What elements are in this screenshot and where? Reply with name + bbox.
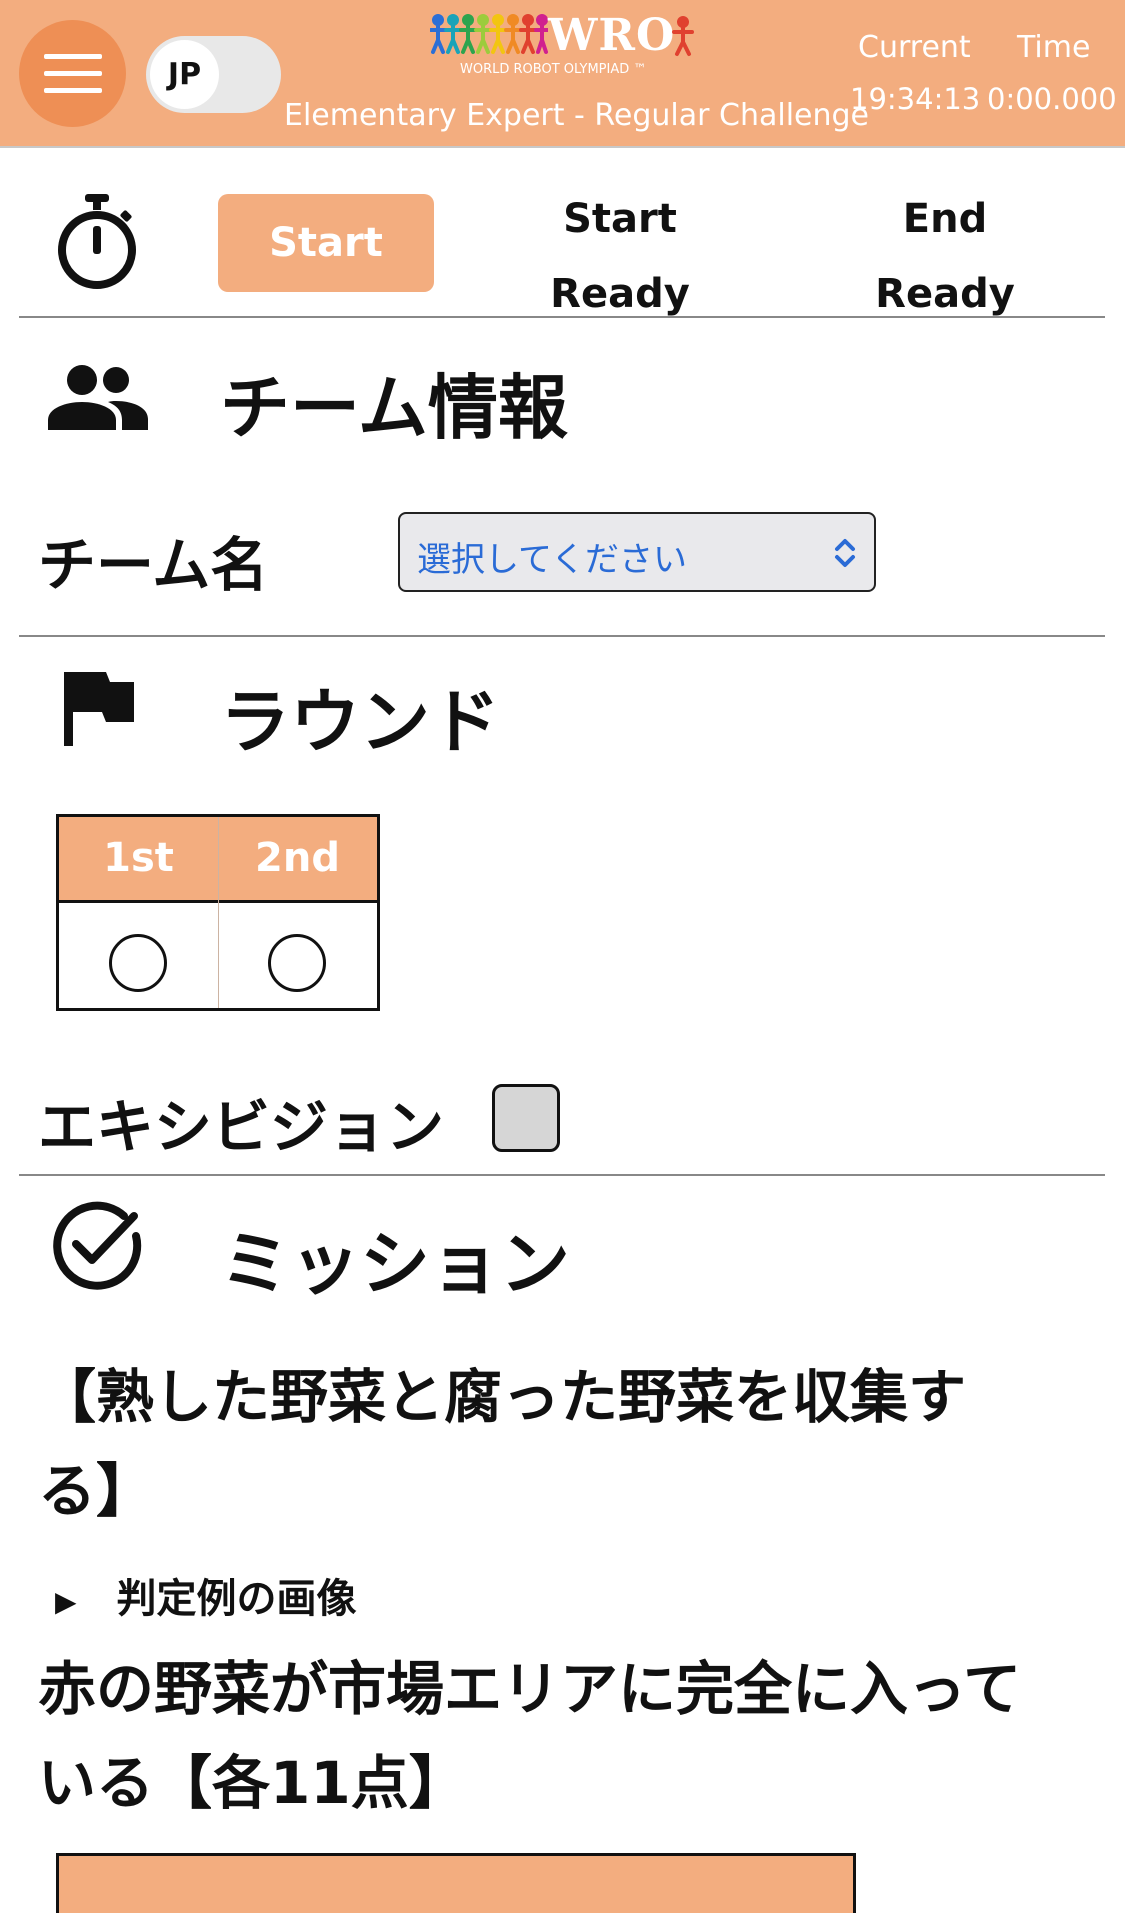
challenge-subtitle: Elementary Expert - Regular Challenge [284,98,869,133]
mission-title: ミッション [220,1223,570,1305]
menu-bar [44,88,102,93]
start-status-line1: Start [563,196,677,242]
round-column-divider [218,817,219,1008]
round-2nd-radio[interactable] [268,934,326,992]
current-time-value: 19:34:13 [850,82,981,116]
elapsed-time-value: 0:00.000 [987,82,1117,116]
language-toggle[interactable]: JP [146,36,281,113]
mission-heading-line1: 【熟した野菜と腐った野菜を収集す [38,1363,967,1431]
app-header: JP WRO WORLD ROBOT OLYMPIAD ™ Elementary… [0,0,1125,148]
round-selector-table: 1st 2nd [56,814,380,1011]
wro-logo: WRO WORLD ROBOT OLYMPIAD ™ [430,10,700,80]
check-circle-icon [53,1201,142,1290]
team-name-select[interactable]: 選択してください [398,512,876,592]
start-status-line2: Ready [550,271,690,317]
end-status-line1: End [902,196,988,242]
mission-item-line1: 赤の野菜が市場エリアに完全に入って [38,1655,1022,1723]
menu-bar [44,71,102,76]
team-select-placeholder: 選択してください [417,540,687,580]
round-option-1st: 1st [103,835,174,881]
mission-heading-line2: る】 [38,1457,155,1525]
logo-wordmark: WRO [548,10,676,61]
flag-icon [64,672,134,746]
logo-subtitle: WORLD ROBOT OLYMPIAD ™ [460,62,647,77]
exhibition-label: エキシビジョン [38,1093,445,1161]
judgment-examples-toggle[interactable]: ▶ 判定例の画像 [55,1566,357,1624]
time-label: Time [1017,30,1091,65]
start-ready-status: Start Ready [540,182,700,332]
start-button[interactable]: Start [218,194,434,292]
round-1st-radio[interactable] [109,934,167,992]
wro-red-person-icon [672,16,694,56]
end-status-line2: Ready [875,271,1015,317]
divider [19,316,1105,318]
count-selector-table [56,1853,856,1913]
chevron-up-down-icon [835,539,855,567]
divider [19,635,1105,637]
wro-people-icon [430,14,548,54]
judgment-examples-label: 判定例の画像 [116,1576,357,1622]
team-info-title: チーム情報 [220,367,568,449]
language-toggle-knob: JP [150,40,219,109]
round-option-2nd: 2nd [255,835,340,881]
team-name-label: チーム名 [38,531,269,599]
end-ready-status: End Ready [865,182,1025,332]
round-title: ラウンド [220,681,500,763]
stopwatch-icon [58,194,136,289]
hamburger-menu-button[interactable] [19,20,126,127]
mission-item-line2: いる【各11点】 [38,1749,467,1817]
current-label: Current [858,30,971,65]
menu-bar [44,54,102,59]
people-icon [48,365,148,430]
disclosure-triangle-icon: ▶ [55,1584,77,1618]
divider [19,1174,1105,1176]
exhibition-checkbox[interactable] [492,1084,560,1152]
